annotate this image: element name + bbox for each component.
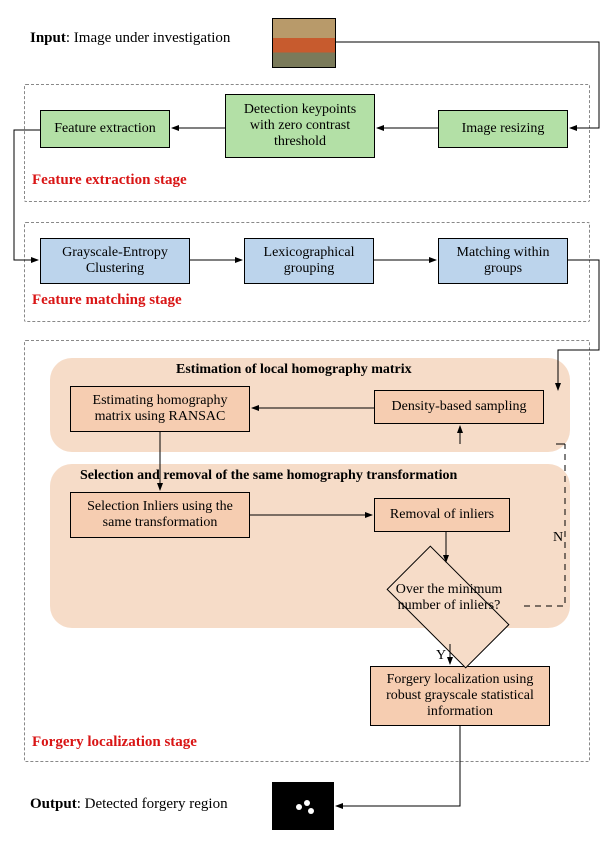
input-prefix: Input bbox=[30, 30, 66, 46]
decision-label: Over the minimum number of inliers? bbox=[382, 582, 516, 614]
output-label: Output: Detected forgery region bbox=[30, 796, 228, 813]
sub2-title: Selection and removal of the same homogr… bbox=[80, 468, 457, 484]
node-feature-extraction: Feature extraction bbox=[40, 110, 170, 148]
node-density-sampling: Density-based sampling bbox=[374, 390, 544, 424]
input-label: Input: Image under investigation bbox=[30, 30, 230, 47]
node-lexicographical: Lexicographical grouping bbox=[244, 238, 374, 284]
output-prefix: Output bbox=[30, 796, 77, 812]
output-text: : Detected forgery region bbox=[77, 796, 228, 812]
branch-no-label: N bbox=[553, 530, 563, 546]
node-image-resizing: Image resizing bbox=[438, 110, 568, 148]
node-matching-groups: Matching within groups bbox=[438, 238, 568, 284]
stage1-title: Feature extraction stage bbox=[32, 172, 187, 189]
output-image-thumb bbox=[272, 782, 334, 830]
node-ransac: Estimating homography matrix using RANSA… bbox=[70, 386, 250, 432]
stage2-title: Feature matching stage bbox=[32, 292, 182, 309]
input-image-thumb bbox=[272, 18, 336, 68]
branch-yes-label: Y bbox=[436, 648, 446, 664]
input-text: : Image under investigation bbox=[66, 30, 231, 46]
sub1-title: Estimation of local homography matrix bbox=[176, 362, 412, 378]
node-removal-inliers: Removal of inliers bbox=[374, 498, 510, 532]
node-grayscale-entropy: Grayscale-Entropy Clustering bbox=[40, 238, 190, 284]
node-selection-inliers: Selection Inliers using the same transfo… bbox=[70, 492, 250, 538]
stage3-title: Forgery localization stage bbox=[32, 734, 197, 751]
node-detection-keypoints: Detection keypoints with zero contrast t… bbox=[225, 94, 375, 158]
node-forgery-localization: Forgery localization using robust graysc… bbox=[370, 666, 550, 726]
